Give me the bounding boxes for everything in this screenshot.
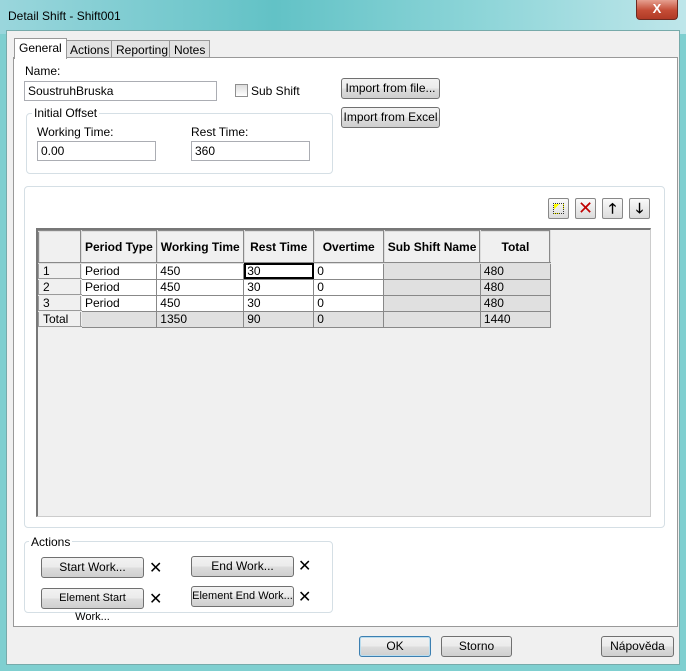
cell: 480	[479, 262, 551, 280]
cell[interactable]: 450	[156, 262, 245, 280]
cell	[383, 310, 481, 328]
ok-button[interactable]: OK	[359, 636, 431, 657]
cell: 0	[313, 310, 385, 328]
delete-icon[interactable]: ✕	[575, 198, 596, 219]
row-header[interactable]: 1	[38, 262, 82, 280]
cell[interactable]: Period	[80, 294, 158, 312]
table-row: 3 Period 450 30 0 480	[38, 294, 551, 312]
row-header[interactable]: 2	[38, 278, 82, 296]
column-header[interactable]: Working Time	[155, 230, 245, 264]
cell: 480	[479, 278, 551, 296]
element-end-work-button[interactable]: Element End Work...	[191, 586, 294, 607]
move-down-icon[interactable]: 🡓	[629, 198, 650, 219]
clear-start-work-icon[interactable]: ✕	[149, 561, 162, 577]
cell[interactable]: 30	[243, 294, 315, 312]
periods-grid[interactable]: Period Type Working Time Rest Time Overt…	[36, 228, 651, 517]
clear-element-start-work-icon[interactable]: ✕	[149, 592, 162, 608]
name-label: Name:	[25, 64, 61, 78]
cell: 1440	[479, 310, 551, 328]
tab-notes[interactable]: Notes	[169, 40, 211, 58]
cell[interactable]: 0	[313, 294, 385, 312]
rest-time-input[interactable]: 360	[191, 141, 310, 161]
working-time-input[interactable]: 0.00	[37, 141, 156, 161]
working-time-label: Working Time:	[37, 125, 114, 139]
actions-legend: Actions	[29, 535, 73, 549]
cancel-button[interactable]: Storno	[441, 636, 512, 657]
rest-time-label: Rest Time:	[191, 125, 249, 139]
cell[interactable]	[383, 278, 481, 296]
cell: 480	[479, 294, 551, 312]
end-work-button[interactable]: End Work...	[191, 556, 294, 577]
cell: 90	[243, 310, 315, 328]
column-header[interactable]: Overtime	[312, 230, 385, 264]
cell[interactable]: Period	[80, 262, 158, 280]
new-row-icon[interactable]	[548, 198, 569, 219]
sub-shift-checkbox[interactable]	[235, 84, 248, 97]
cell[interactable]	[383, 294, 481, 312]
table-row: 1 Period 450 30 0 480	[38, 262, 551, 280]
column-header[interactable]: Sub Shift Name	[382, 230, 482, 264]
cell[interactable]: 450	[156, 278, 245, 296]
tab-general[interactable]: General	[14, 38, 67, 59]
window-title: Detail Shift - Shift001	[8, 9, 121, 23]
move-up-icon[interactable]: 🡑	[602, 198, 623, 219]
table-row: 2 Period 450 30 0 480	[38, 278, 551, 296]
name-input[interactable]: SoustruhBruska	[24, 81, 217, 101]
column-header[interactable]: Period Type	[80, 230, 158, 264]
periods-table: Period Type Working Time Rest Time Overt…	[38, 230, 552, 328]
column-header[interactable]: Total	[479, 230, 552, 264]
column-header[interactable]: Rest Time	[242, 230, 315, 264]
total-row: Total 1350 90 0 1440	[38, 310, 551, 328]
cell[interactable]: 450	[156, 294, 245, 312]
cell[interactable]: 30	[243, 262, 315, 280]
row-header[interactable]: 3	[38, 294, 82, 312]
corner-header	[38, 230, 82, 264]
import-from-excel-button[interactable]: Import from Excel	[341, 107, 440, 128]
cell[interactable]	[383, 262, 481, 280]
cell[interactable]: 0	[313, 262, 385, 280]
start-work-button[interactable]: Start Work...	[41, 557, 144, 578]
sub-shift-label: Sub Shift	[251, 84, 300, 98]
tab-reporting[interactable]: Reporting	[111, 40, 174, 58]
cell[interactable]: 30	[243, 278, 315, 296]
tab-actions[interactable]: Actions	[65, 40, 115, 58]
cell: 1350	[156, 310, 245, 328]
element-start-work-button[interactable]: Element Start Work...	[41, 588, 144, 623]
clear-end-work-icon[interactable]: ✕	[298, 559, 311, 575]
initial-offset-legend: Initial Offset	[32, 106, 100, 120]
close-button[interactable]: X	[636, 0, 678, 20]
cell[interactable]: 0	[313, 278, 385, 296]
cell[interactable]: Period	[80, 278, 158, 296]
cell	[80, 310, 158, 328]
help-button[interactable]: Nápověda	[601, 636, 674, 657]
import-from-file-button[interactable]: Import from file...	[341, 78, 440, 99]
row-header: Total	[38, 310, 82, 328]
clear-element-end-work-icon[interactable]: ✕	[298, 590, 311, 606]
